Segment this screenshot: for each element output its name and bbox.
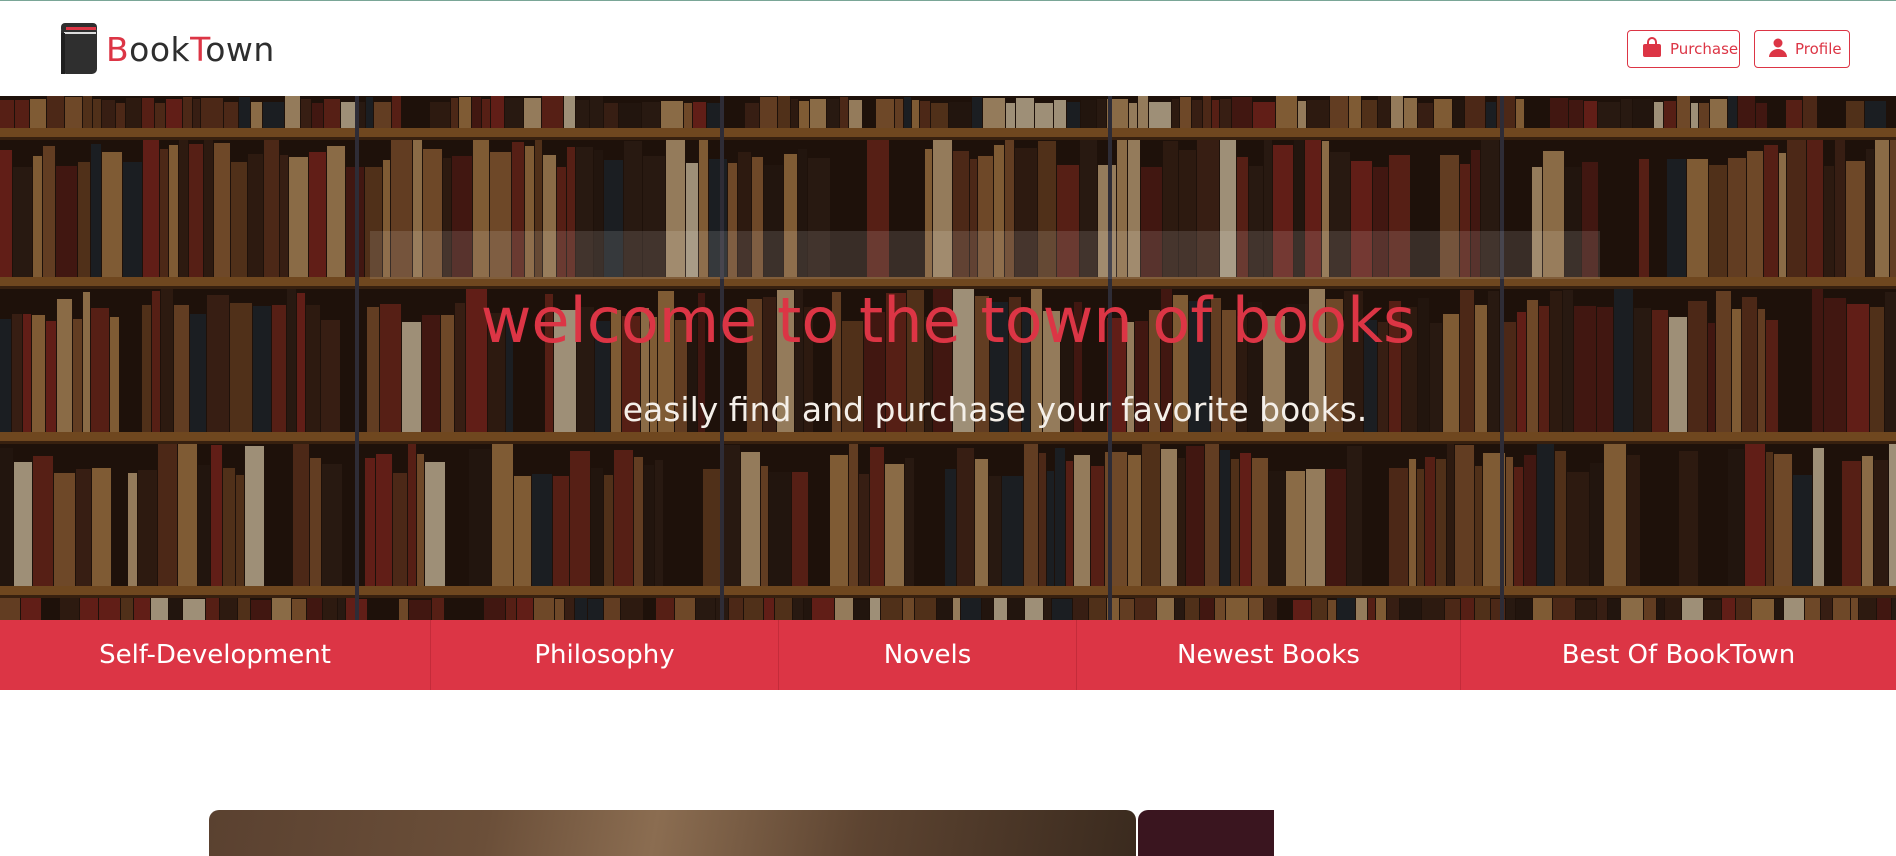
brand-initial-t: T [190,29,206,69]
category-best-of-booktown[interactable]: Best Of BookTown [1461,620,1896,690]
user-icon [1768,37,1795,61]
brand-text-ook: ook [129,29,191,69]
brand-name: BookTown [106,33,275,66]
brand-text-own: own [205,29,275,69]
profile-button[interactable]: Profile [1754,30,1850,68]
bookshelf-background-image [0,96,1896,620]
brand-logo-link[interactable]: BookTown [60,23,275,75]
hero-subtitle: easily find and purchase your favorite b… [622,390,1368,429]
site-header: BookTown Purchase Profile [0,1,1896,96]
purchase-label: Purchase [1670,40,1739,58]
featured-side-card[interactable] [1138,810,1274,856]
category-philosophy[interactable]: Philosophy [431,620,779,690]
book-icon [60,23,98,75]
category-newest-books[interactable]: Newest Books [1077,620,1461,690]
profile-label: Profile [1795,40,1842,58]
featured-slide-image[interactable] [209,810,1136,856]
hero-banner: welcome to the town of books easily find… [0,96,1896,620]
category-novels[interactable]: Novels [779,620,1077,690]
shopping-bag-icon [1641,36,1670,62]
hero-highlight-band [370,231,1600,279]
brand-initial-b: B [106,29,130,69]
purchase-button[interactable]: Purchase [1627,30,1740,68]
hero-title: welcome to the town of books [480,284,1416,357]
category-nav: Self-Development Philosophy Novels Newes… [0,620,1896,690]
category-self-development[interactable]: Self-Development [0,620,431,690]
